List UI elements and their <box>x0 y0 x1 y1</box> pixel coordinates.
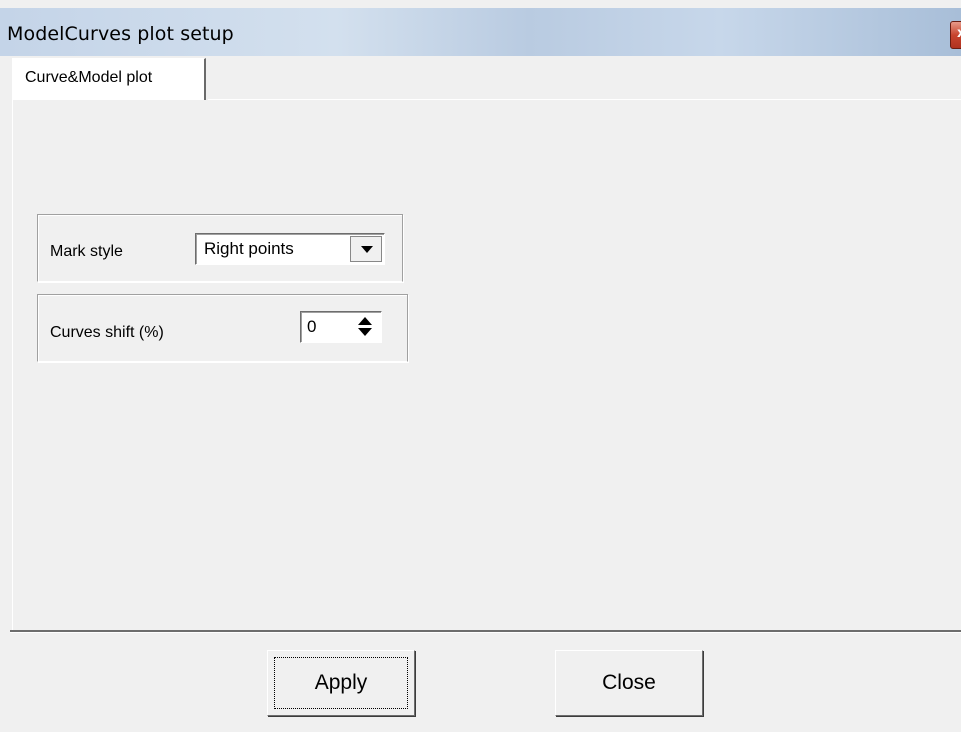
dialog-window: ModelCurves plot setup x Curve&Model plo… <box>0 0 961 732</box>
mark-style-selected-value: Right points <box>204 239 294 258</box>
curves-shift-group: Curves shift (%) 0 <box>37 294 408 362</box>
spin-up-down-icon[interactable] <box>353 315 377 339</box>
curves-shift-value[interactable]: 0 <box>307 317 316 337</box>
tab-curve-model-plot[interactable]: Curve&Model plot <box>12 58 206 100</box>
title-bar[interactable]: ModelCurves plot setup x <box>0 8 961 56</box>
chevron-down-icon <box>361 246 373 253</box>
mark-style-dropdown-button[interactable] <box>350 236 382 262</box>
close-button[interactable]: Close <box>555 650 703 716</box>
spin-down-icon[interactable] <box>358 328 372 336</box>
tab-label: Curve&Model plot <box>25 69 153 86</box>
footer-separator <box>10 630 961 633</box>
curves-shift-label: Curves shift (%) <box>50 324 164 341</box>
mark-style-label: Mark style <box>50 243 123 260</box>
close-icon: x <box>957 26 961 41</box>
apply-button-label: Apply <box>314 671 368 694</box>
curves-shift-spinner[interactable]: 0 <box>300 311 382 343</box>
apply-button[interactable]: Apply <box>267 650 415 716</box>
tab-panel <box>12 100 961 630</box>
window-title: ModelCurves plot setup <box>7 23 234 45</box>
spin-up-icon[interactable] <box>358 317 372 325</box>
mark-style-group: Mark style Right points <box>37 214 403 282</box>
close-button-label: Close <box>602 671 656 694</box>
mark-style-select[interactable]: Right points <box>195 233 385 265</box>
window-close-button[interactable]: x <box>950 21 961 49</box>
